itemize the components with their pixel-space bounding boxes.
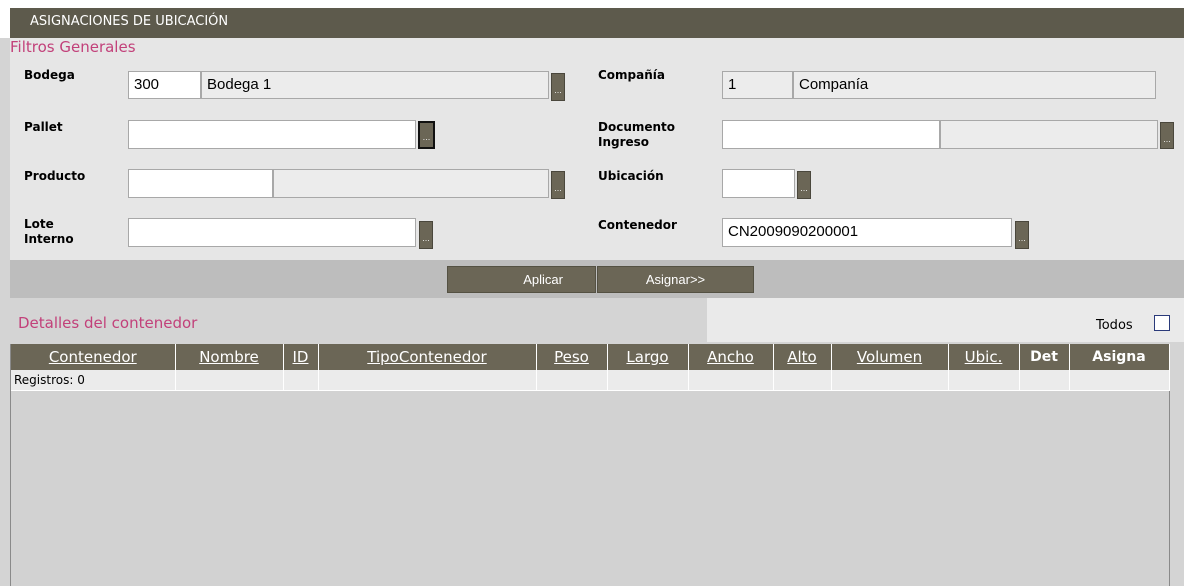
col-header-tipocontenedor[interactable]: TipoContenedor [318,344,537,370]
col-header-peso[interactable]: Peso [536,344,608,370]
todos-label: Todos [1096,318,1133,333]
aplicar-button[interactable]: Aplicar [447,266,596,293]
lote-label-line2: Interno [24,232,74,246]
todos-checkbox[interactable] [1154,315,1170,331]
bodega-lookup-button[interactable]: ... [551,73,565,101]
col-header-ancho[interactable]: Ancho [688,344,774,370]
compania-name-field: Companía [793,71,1156,99]
contenedor-input[interactable]: CN2009090200001 [722,218,1012,247]
table-cell [318,370,537,391]
producto-lookup-button[interactable]: ... [551,171,565,199]
col-header-id[interactable]: ID [283,344,319,370]
table-cell [831,370,949,391]
table-cell [1069,370,1170,391]
contenedor-lookup-button[interactable]: ... [1015,221,1029,249]
grid-header-row: Contenedor Nombre ID TipoContenedor Peso… [11,344,1170,370]
producto-name-field [273,169,549,198]
documento-code-input[interactable] [722,120,940,149]
lote-label-line1: Lote [24,217,54,231]
documento-label-line1: Documento [598,120,676,134]
compania-code-field: 1 [722,71,793,99]
col-header-ubic[interactable]: Ubic. [948,344,1020,370]
window-title: ASIGNACIONES DE UBICACIÓN [10,8,1184,38]
compania-label: Compañía [598,68,665,82]
bodega-name-field: Bodega 1 [201,71,549,99]
ubicacion-lookup-button[interactable]: ... [797,171,811,199]
lote-interno-input[interactable] [128,218,416,247]
table-cell [688,370,774,391]
contenedor-label: Contenedor [598,218,677,232]
ubicacion-input[interactable] [722,169,795,198]
documento-name-field [940,120,1158,149]
bodega-label: Bodega [24,68,75,82]
producto-code-input[interactable] [128,169,273,198]
grid-table: Contenedor Nombre ID TipoContenedor Peso… [11,344,1170,391]
col-header-asigna: Asigna [1069,344,1170,370]
filters-panel: Filtros Generales Bodega 300 Bodega 1 ..… [10,38,1184,260]
pallet-label: Pallet [24,120,63,134]
bodega-code-input[interactable]: 300 [128,71,201,99]
pallet-lookup-button[interactable]: ... [418,121,435,149]
table-cell [175,370,284,391]
col-header-volumen[interactable]: Volumen [831,344,949,370]
table-cell [283,370,319,391]
filters-section-title: Filtros Generales [10,38,136,56]
lote-interno-label: Lote Interno [24,217,74,247]
containers-grid: Contenedor Nombre ID TipoContenedor Peso… [10,344,1170,586]
title-bar-container: ASIGNACIONES DE UBICACIÓN [0,0,1184,38]
documento-lookup-button[interactable]: ... [1160,122,1174,149]
records-count: Registros: 0 [11,370,176,391]
documento-ingreso-label: Documento Ingreso [598,120,675,150]
col-header-alto[interactable]: Alto [773,344,832,370]
aplicar-button-label: Aplicar [523,272,563,287]
col-header-det: Det [1019,344,1070,370]
table-cell [948,370,1020,391]
action-bar: Aplicar Asignar>> [10,260,1184,298]
asignar-button[interactable]: Asignar>> [597,266,754,293]
todos-area: Todos [707,298,1184,342]
details-section-title: Detalles del contenedor [18,314,198,332]
table-cell [1019,370,1070,391]
grid-footer-row: Registros: 0 [11,370,1170,391]
table-cell [607,370,689,391]
documento-label-line2: Ingreso [598,135,650,149]
ubicacion-label: Ubicación [598,169,664,183]
lote-lookup-button[interactable]: ... [419,221,433,249]
table-cell [536,370,608,391]
col-header-largo[interactable]: Largo [607,344,689,370]
col-header-contenedor[interactable]: Contenedor [11,344,176,370]
col-header-nombre[interactable]: Nombre [175,344,284,370]
pallet-input[interactable] [128,120,416,149]
producto-label: Producto [24,169,86,183]
table-cell [773,370,832,391]
